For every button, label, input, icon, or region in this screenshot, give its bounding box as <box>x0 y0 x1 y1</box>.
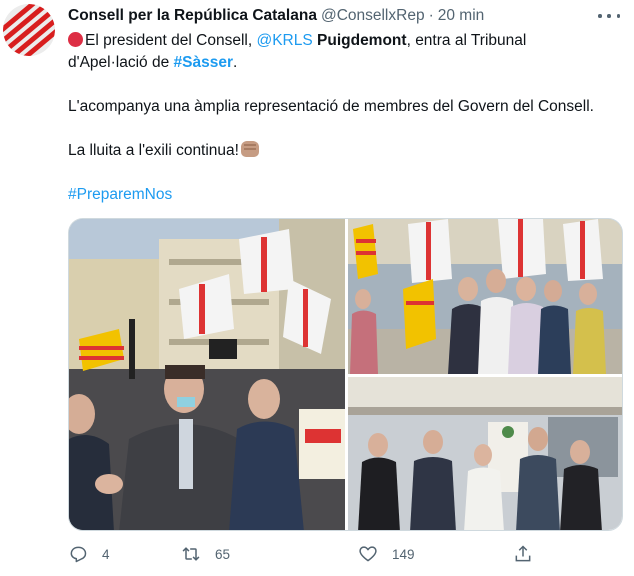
like-button[interactable]: 149 <box>358 544 415 564</box>
tweet-line-1: El president del Consell, @KRLS Puigdemo… <box>68 30 620 52</box>
tweet-paragraph-2: L'acompanya una àmplia representació de … <box>68 98 594 115</box>
consell-logo-icon <box>3 4 55 56</box>
avatar[interactable] <box>3 4 55 56</box>
mention-link[interactable]: @KRLS <box>256 32 312 49</box>
text-fragment: , entra al Tribunal <box>406 32 527 49</box>
hashtag-link-sasser[interactable]: #Sàsser <box>174 54 233 71</box>
retweet-button[interactable]: 65 <box>181 544 230 564</box>
tweet[interactable]: Consell per la República Catalana @Conse… <box>0 0 634 576</box>
more-dots-icon[interactable] <box>598 8 620 24</box>
tweet-text: El president del Consell, @KRLS Puigdemo… <box>68 30 620 206</box>
hashtag-link-preparemnos[interactable]: #PreparemNos <box>68 186 172 203</box>
author-name[interactable]: Consell per la República Catalana <box>68 7 317 25</box>
red-circle-icon <box>68 32 83 47</box>
text-fragment: La lluita a l'exili continua! <box>68 142 239 159</box>
tweet-hashtag-line: #PreparemNos <box>68 184 620 206</box>
text-fragment: El president del Consell, <box>85 32 257 49</box>
raised-fist-icon <box>240 141 259 157</box>
share-button[interactable] <box>513 544 533 564</box>
heart-icon <box>359 546 377 562</box>
tweet-header: Consell per la República Catalana @Conse… <box>68 7 484 27</box>
tweet-actions: 4 65 149 <box>68 544 623 572</box>
timestamp[interactable]: 20 min <box>438 7 485 25</box>
text-fragment: d'Apel·lació de <box>68 54 174 71</box>
media-grid <box>68 218 623 531</box>
retweet-count: 65 <box>215 546 231 562</box>
tweet-line-2: d'Apel·lació de #Sàsser. <box>68 52 620 74</box>
photo-group-flags[interactable] <box>348 219 622 374</box>
separator: · <box>428 7 434 24</box>
retweet-icon <box>182 547 200 561</box>
like-count: 149 <box>392 546 415 562</box>
reply-icon <box>70 546 87 563</box>
bold-name: Puigdemont <box>317 32 407 49</box>
author-handle[interactable]: @ConsellxRep <box>321 7 425 25</box>
reply-button[interactable]: 4 <box>68 544 110 564</box>
tweet-paragraph-3: La lluita a l'exili continua! <box>68 140 620 162</box>
photo-crowd[interactable] <box>69 219 345 530</box>
text-fragment: . <box>232 54 238 71</box>
share-icon <box>515 545 531 562</box>
photo-tribunal-entrance[interactable] <box>348 377 622 530</box>
reply-count: 4 <box>102 546 110 562</box>
